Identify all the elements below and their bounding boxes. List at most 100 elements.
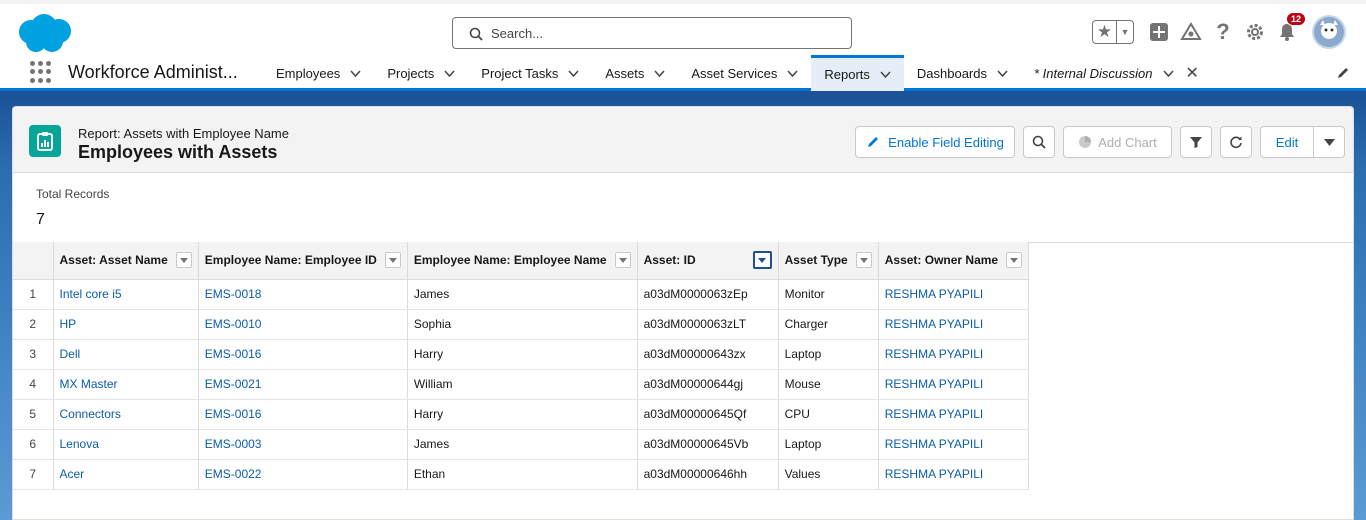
employee-name-cell: Ethan bbox=[407, 459, 638, 490]
owner-name-link[interactable]: RESHMA PYAPILI bbox=[878, 369, 1030, 400]
employee-name-cell: Harry bbox=[407, 399, 638, 430]
employee-id-link[interactable]: EMS-0018 bbox=[198, 279, 408, 310]
report-summary: Total Records 7 bbox=[36, 187, 109, 229]
add-icon[interactable] bbox=[1148, 21, 1170, 43]
employee-name-cell: James bbox=[407, 279, 638, 310]
search-icon bbox=[1032, 135, 1046, 149]
pencil-icon[interactable] bbox=[1336, 66, 1350, 80]
column-menu-button[interactable] bbox=[1006, 252, 1023, 269]
employee-name-cell: James bbox=[407, 429, 638, 460]
column-label: Asset: Asset Name bbox=[59, 253, 168, 268]
app-launcher-icon[interactable] bbox=[30, 61, 52, 83]
table-header-row: Asset: Asset Name Employee Name: Employe… bbox=[13, 242, 1030, 280]
global-search-input[interactable]: Search... bbox=[452, 17, 852, 49]
column-header-employee-id[interactable]: Employee Name: Employee ID bbox=[198, 242, 408, 280]
header-utility-icons: ★ ▼ ? 12 bbox=[1092, 12, 1346, 49]
more-actions-button[interactable] bbox=[1314, 126, 1345, 158]
tab-reports[interactable]: Reports bbox=[811, 55, 904, 91]
column-header-asset-type[interactable]: Asset Type bbox=[778, 242, 879, 280]
column-header-asset-name[interactable]: Asset: Asset Name bbox=[53, 242, 199, 280]
nav-tabs: Employees Projects Project Tasks Assets … bbox=[263, 55, 1212, 91]
owner-name-link[interactable]: RESHMA PYAPILI bbox=[878, 459, 1030, 490]
employee-name-cell: Harry bbox=[407, 339, 638, 370]
enable-field-editing-button[interactable]: Enable Field Editing bbox=[855, 126, 1015, 158]
employee-name-cell: William bbox=[407, 369, 638, 400]
add-chart-label: Add Chart bbox=[1098, 134, 1157, 150]
notifications-button[interactable]: 12 bbox=[1276, 12, 1307, 43]
employee-id-link[interactable]: EMS-0010 bbox=[198, 309, 408, 340]
asset-name-link[interactable]: Lenova bbox=[53, 429, 199, 460]
notification-badge: 12 bbox=[1286, 12, 1307, 26]
asset-name-link[interactable]: Intel core i5 bbox=[53, 279, 199, 310]
report-subtitle: Report: Assets with Employee Name bbox=[78, 126, 289, 141]
chevron-down-icon bbox=[1010, 257, 1019, 263]
column-menu-button[interactable] bbox=[384, 252, 401, 269]
employee-id-link[interactable]: EMS-0022 bbox=[198, 459, 408, 490]
employee-id-link[interactable]: EMS-0016 bbox=[198, 399, 408, 430]
owner-name-link[interactable]: RESHMA PYAPILI bbox=[878, 429, 1030, 460]
tab-project-tasks[interactable]: Project Tasks bbox=[468, 55, 592, 91]
asset-type-cell: Values bbox=[778, 459, 879, 490]
owner-name-link[interactable]: RESHMA PYAPILI bbox=[878, 339, 1030, 370]
favorites-button[interactable]: ★ ▼ bbox=[1092, 20, 1134, 44]
column-label: Employee Name: Employee ID bbox=[204, 253, 377, 268]
column-header-owner-name[interactable]: Asset: Owner Name bbox=[878, 242, 1030, 280]
chevron-down-icon[interactable] bbox=[568, 69, 579, 77]
chevron-down-icon bbox=[388, 257, 397, 263]
asset-name-link[interactable]: MX Master bbox=[53, 369, 199, 400]
app-name: Workforce Administ... bbox=[68, 62, 238, 82]
salesforce-logo[interactable] bbox=[16, 12, 74, 54]
column-menu-button[interactable] bbox=[614, 252, 631, 269]
owner-name-link[interactable]: RESHMA PYAPILI bbox=[878, 279, 1030, 310]
chevron-down-icon bbox=[859, 257, 868, 263]
tab-projects[interactable]: Projects bbox=[374, 55, 468, 91]
column-menu-button[interactable] bbox=[175, 252, 192, 269]
row-number: 5 bbox=[13, 399, 54, 430]
asset-type-cell: CPU bbox=[778, 399, 879, 430]
table-row: 4 MX Master EMS-0021 William a03dM000006… bbox=[13, 369, 1030, 400]
asset-name-link[interactable]: Acer bbox=[53, 459, 199, 490]
column-menu-button[interactable] bbox=[752, 251, 772, 270]
asset-id-cell: a03dM00000644gj bbox=[637, 369, 779, 400]
column-menu-button[interactable] bbox=[855, 252, 872, 269]
edit-button[interactable]: Edit bbox=[1260, 126, 1314, 158]
tab-dashboards[interactable]: Dashboards bbox=[904, 55, 1021, 91]
tab-employees[interactable]: Employees bbox=[263, 55, 374, 91]
help-icon[interactable]: ? bbox=[1212, 19, 1234, 44]
tab-internal-discussion[interactable]: * Internal Discussion ✕ bbox=[1021, 55, 1212, 91]
tab-label: Employees bbox=[276, 65, 341, 81]
asset-name-link[interactable]: Dell bbox=[53, 339, 199, 370]
add-chart-button[interactable]: Add Chart bbox=[1063, 126, 1172, 158]
chevron-down-icon[interactable] bbox=[997, 69, 1008, 77]
search-button[interactable] bbox=[1023, 126, 1055, 158]
employee-id-link[interactable]: EMS-0021 bbox=[198, 369, 408, 400]
employee-id-link[interactable]: EMS-0016 bbox=[198, 339, 408, 370]
tab-asset-services[interactable]: Asset Services bbox=[678, 55, 811, 91]
filter-button[interactable] bbox=[1180, 126, 1212, 158]
chevron-down-icon[interactable]: ▼ bbox=[1117, 27, 1133, 37]
avatar[interactable] bbox=[1312, 15, 1346, 49]
asset-name-link[interactable]: Connectors bbox=[53, 399, 199, 430]
report-card: Report: Assets with Employee Name Employ… bbox=[12, 106, 1354, 520]
chevron-down-icon[interactable] bbox=[654, 69, 665, 77]
owner-name-link[interactable]: RESHMA PYAPILI bbox=[878, 309, 1030, 340]
column-header-asset-id[interactable]: Asset: ID bbox=[637, 242, 779, 280]
report-icon bbox=[29, 125, 61, 157]
star-icon[interactable]: ★ bbox=[1093, 21, 1117, 43]
column-header-employee-name[interactable]: Employee Name: Employee Name bbox=[407, 242, 638, 280]
chart-icon bbox=[1079, 136, 1092, 148]
gear-icon[interactable] bbox=[1244, 21, 1266, 43]
employee-id-link[interactable]: EMS-0003 bbox=[198, 429, 408, 460]
trailhead-icon[interactable] bbox=[1180, 21, 1202, 43]
table-row: 3 Dell EMS-0016 Harry a03dM00000643zx La… bbox=[13, 339, 1030, 370]
chevron-down-icon[interactable] bbox=[350, 69, 361, 77]
chevron-down-icon[interactable] bbox=[444, 69, 455, 77]
chevron-down-icon[interactable] bbox=[787, 69, 798, 77]
tab-assets[interactable]: Assets bbox=[592, 55, 678, 91]
chevron-down-icon[interactable] bbox=[880, 71, 891, 78]
refresh-button[interactable] bbox=[1220, 126, 1252, 158]
owner-name-link[interactable]: RESHMA PYAPILI bbox=[878, 399, 1030, 430]
close-icon[interactable]: ✕ bbox=[1186, 63, 1199, 83]
chevron-down-icon[interactable] bbox=[1162, 69, 1174, 77]
asset-name-link[interactable]: HP bbox=[53, 309, 199, 340]
